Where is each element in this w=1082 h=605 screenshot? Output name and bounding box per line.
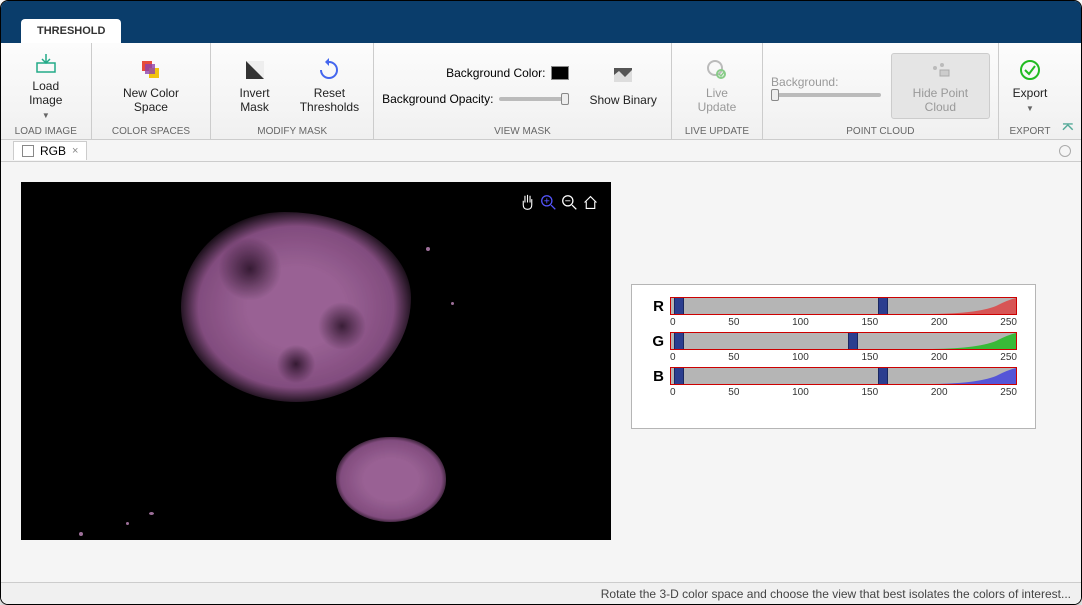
hide-point-cloud-button: Hide Point Cloud [891,53,990,119]
group-label: EXPORT [1007,124,1054,137]
view-controls [519,194,599,211]
pc-background-slider [771,93,881,97]
load-image-button[interactable]: Load Image ▼ [9,47,83,124]
channel-label: G [650,333,664,350]
new-color-space-button[interactable]: New Color Space [100,54,203,118]
low-handle[interactable] [674,332,684,350]
channel-label: B [650,368,664,385]
color-space-icon [139,58,163,82]
histogram-panel: R 050100150200250 G 050100150200250 B 05… [631,284,1036,429]
ribbon-toolbar: Load Image ▼ LOAD IMAGE New Color Space … [1,43,1081,140]
channel-label: R [650,298,664,315]
histogram-slider-b[interactable] [670,367,1017,385]
collapse-ribbon-icon[interactable] [1061,121,1075,135]
segmented-region [336,437,446,522]
live-update-icon [705,58,729,82]
background-color-swatch[interactable] [551,66,569,80]
export-button[interactable]: Export ▼ [1007,54,1054,117]
high-handle[interactable] [878,297,888,315]
background-color-label: Background Color: [446,66,545,80]
load-image-icon [34,51,58,75]
status-bar: Rotate the 3-D color space and choose th… [1,582,1081,604]
tab-threshold[interactable]: THRESHOLD [21,19,121,43]
high-handle[interactable] [878,367,888,385]
tab-options-icon[interactable] [1059,145,1071,157]
group-label: VIEW MASK [382,124,663,137]
image-view[interactable] [21,182,611,540]
zoom-out-icon[interactable] [561,194,578,211]
group-label: LIVE UPDATE [680,124,754,137]
show-binary-button[interactable]: Show Binary [583,61,662,111]
binary-icon [611,65,635,89]
opacity-slider[interactable] [499,97,569,101]
reset-thresholds-button[interactable]: Reset Thresholds [294,54,365,118]
title-bar: THRESHOLD [1,1,1081,43]
group-label: COLOR SPACES [100,124,203,137]
group-label: LOAD IMAGE [9,124,83,137]
low-handle[interactable] [674,367,684,385]
home-icon[interactable] [582,194,599,211]
live-update-button[interactable]: Live Update [680,54,754,118]
pan-icon[interactable] [519,194,536,211]
zoom-in-icon[interactable] [540,194,557,211]
export-icon [1018,58,1042,82]
background-opacity-label: Background Opacity: [382,92,493,106]
histogram-row-b: B [650,367,1017,385]
histogram-slider-r[interactable] [670,297,1017,315]
high-handle[interactable] [848,332,858,350]
tab-checkbox[interactable] [22,145,34,157]
dropdown-arrow-icon: ▼ [1026,104,1034,113]
invert-mask-button[interactable]: Invert Mask [219,54,289,118]
content-area: R 050100150200250 G 050100150200250 B 05… [1,162,1081,582]
histogram-ticks: 050100150200250 [670,387,1017,398]
tab-rgb[interactable]: RGB × [13,141,87,160]
dropdown-arrow-icon: ▼ [42,111,50,120]
group-label: MODIFY MASK [219,124,365,137]
pc-background-label: Background: [771,75,881,89]
close-tab-icon[interactable]: × [72,145,78,157]
document-tab-bar: RGB × [1,140,1081,162]
invert-icon [243,58,267,82]
histogram-ticks: 050100150200250 [670,352,1017,363]
histogram-ticks: 050100150200250 [670,317,1017,328]
group-label: POINT CLOUD [771,124,990,137]
point-cloud-icon [928,58,952,82]
histogram-row-g: G [650,332,1017,350]
status-text: Rotate the 3-D color space and choose th… [601,587,1071,601]
histogram-slider-g[interactable] [670,332,1017,350]
segmented-region [181,212,411,402]
reset-icon [317,58,341,82]
low-handle[interactable] [674,297,684,315]
histogram-row-r: R [650,297,1017,315]
